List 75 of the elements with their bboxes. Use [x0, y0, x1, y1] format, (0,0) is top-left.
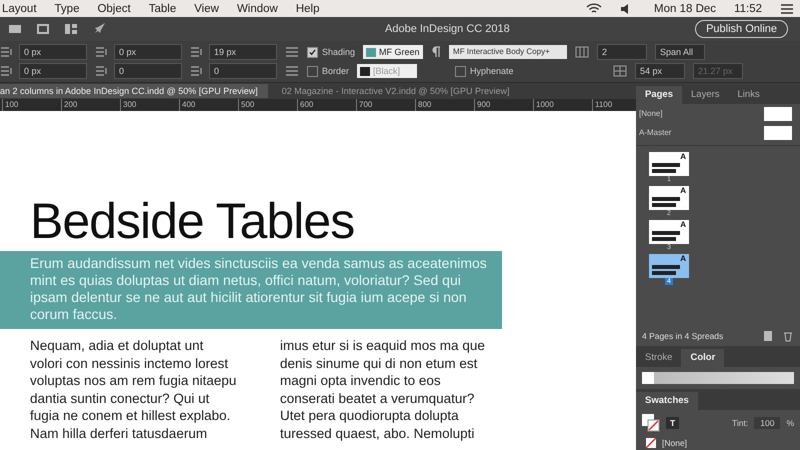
list-icon[interactable] [285, 65, 299, 77]
spacing-icon [95, 46, 109, 58]
layout-icon[interactable] [64, 23, 78, 35]
swatch-name[interactable]: [None] [662, 438, 688, 448]
color-ramp[interactable] [642, 372, 794, 384]
menu-item[interactable]: Object [97, 2, 131, 14]
new-page-icon[interactable] [762, 330, 774, 342]
document-tab[interactable]: an 2 columns in Adobe InDesign CC.indd @ 50% [GPU Preview] [0, 84, 268, 98]
shading-label: Shading [322, 47, 356, 57]
grid-icon[interactable] [613, 65, 628, 77]
page-thumbnail[interactable]: A [649, 254, 689, 278]
body-text: Nequam, adia et doluptat unt volori con nessinis inctemo lorest voluptas nos am rem fugia nitaepu dantia suntin conectur? Qui ut fugia ne conem et hillest explabo. Nam hilla derferi tatusdaerum [30, 337, 238, 442]
page-thumbnail[interactable]: A [649, 220, 689, 244]
master-label[interactable]: [None] [639, 109, 663, 118]
panel-tab[interactable]: Stroke [636, 349, 682, 367]
panel-tab[interactable]: Layers [682, 86, 729, 104]
fill-stroke-icon[interactable] [642, 414, 660, 432]
none-swatch-icon [646, 438, 656, 448]
hyphenate-checkbox[interactable] [455, 66, 466, 76]
gutter-field[interactable]: 54 px [635, 63, 686, 79]
spacing-icon [190, 65, 204, 77]
field[interactable]: 19 px [209, 44, 277, 60]
hyphenate-label: Hyphenate [470, 66, 514, 76]
date-text: Mon 18 Dec [654, 2, 716, 14]
page-thumbnail[interactable]: A [649, 186, 689, 210]
field[interactable]: 0 px [19, 63, 87, 79]
field[interactable]: 0 px [19, 44, 87, 60]
frame-icon[interactable] [36, 23, 50, 35]
frame-icon[interactable] [8, 23, 22, 35]
border-label: Border [322, 66, 350, 76]
tint-label: Tint: [732, 418, 748, 428]
columns-field[interactable]: 2 [597, 44, 648, 60]
columns-icon[interactable] [575, 46, 590, 58]
panel-tab[interactable]: Links [728, 86, 769, 104]
spacing-icon [0, 65, 14, 77]
panel-tab[interactable]: Swatches [636, 392, 698, 410]
heading: Bedside Tables [29, 192, 356, 251]
percent-label: % [786, 418, 794, 428]
menu-item[interactable]: Table [148, 2, 176, 14]
border-checkbox[interactable] [307, 66, 318, 76]
menu-item[interactable]: Help [296, 2, 320, 14]
page-count: 4 Pages in 4 Spreads [642, 331, 724, 341]
master-thumbnail[interactable] [764, 126, 792, 140]
span-dropdown[interactable]: Span All [655, 44, 706, 60]
shading-checkbox[interactable] [307, 46, 318, 58]
spacing-icon [95, 65, 109, 77]
menu-icon[interactable] [780, 2, 794, 14]
panel-tab[interactable]: Pages [636, 86, 682, 104]
field[interactable]: 0 [209, 63, 277, 79]
master-thumbnail[interactable] [764, 106, 792, 120]
menu-item[interactable]: Window [236, 2, 278, 14]
menu-item[interactable]: Type [54, 2, 80, 14]
document-tab[interactable]: 02 Magazine - Interactive V2.indd @ 50% [GPU Preview] [268, 84, 520, 98]
trash-icon[interactable] [782, 330, 794, 342]
master-label[interactable]: A-Master [639, 128, 672, 137]
paragraph-icon [431, 46, 442, 58]
paragraph-style-dropdown[interactable]: MF Interactive Body Copy+ [449, 45, 568, 59]
field[interactable]: 0 [114, 63, 182, 79]
text-format-button[interactable]: T [666, 417, 680, 429]
tint-field[interactable]: 100 [754, 417, 780, 429]
spacing-icon [190, 46, 204, 58]
spacing-icon [0, 46, 14, 58]
wifi-icon[interactable] [586, 2, 602, 14]
panel-tab[interactable]: Color [681, 349, 724, 367]
window-title: Adobe InDesign CC 2018 [385, 23, 510, 35]
time-text: 11:52 [734, 2, 762, 14]
intro-paragraph: Erum audandissum net vides sinctusciis ea venda samus as aceatenimos mint es quias doluptas ut diam netus, offici natum, voloriatur? Sed qui ipsam delentur se ne aut aut hicilit atiorentur sit fugia ium acepe si non corum faccus. [0, 251, 502, 329]
menu-item[interactable]: View [194, 2, 219, 14]
menu-item[interactable]: Layout [2, 2, 37, 14]
field[interactable]: 0 px [114, 44, 182, 60]
page-thumbnail[interactable]: A [649, 152, 689, 176]
publish-online-button[interactable]: Publish Online [695, 20, 788, 38]
list-icon[interactable] [285, 46, 299, 58]
shading-swatch-dropdown[interactable]: MF Green [363, 45, 424, 59]
body-text: imus etur si is eaquid mos ma que denis sinume qui di non etum est magni opta invendic to eos conserati beatet a verumquatur? Utet pera quodiorupta dolupta turessed quaest, abo. Nemolupti [280, 337, 486, 442]
